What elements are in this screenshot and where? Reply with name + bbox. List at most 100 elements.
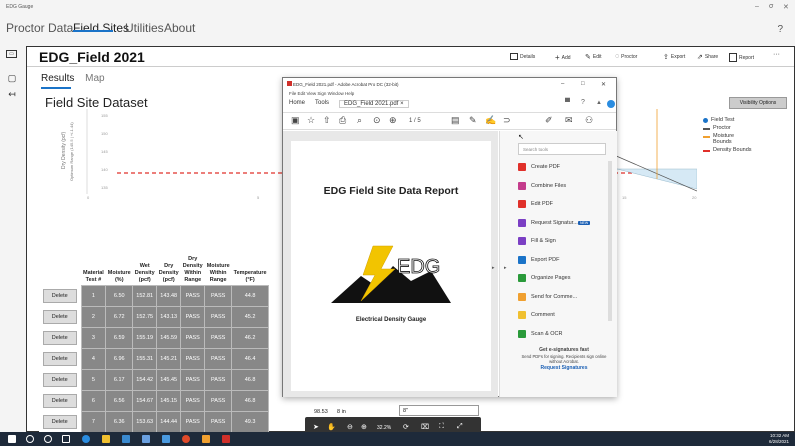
page-up-icon[interactable]: ⊙ xyxy=(373,115,381,126)
zoom-in-icon[interactable]: ⊕ xyxy=(361,423,367,431)
tool-item[interactable]: Send for Comme... xyxy=(518,292,577,301)
fit-icon[interactable]: ⛶ xyxy=(439,423,444,431)
share-button[interactable]: ⇗ Share xyxy=(697,53,718,61)
table-row[interactable]: Delete 6 6.56 154.67 145.15 PASS PASS 46.8 xyxy=(39,389,270,412)
rotate-icon[interactable]: ⟳ xyxy=(403,423,409,431)
row7-note[interactable]: 8" xyxy=(399,405,479,416)
page-indicator[interactable]: 1 / 5 xyxy=(409,118,421,124)
nav-field-sites[interactable]: Field Sites xyxy=(73,21,129,35)
nav-utilities[interactable]: Utilities xyxy=(125,21,164,35)
table-row[interactable]: Delete 4 6.96 155.31 145.21 PASS PASS 46.4 xyxy=(39,347,270,370)
tool-item[interactable]: Comment xyxy=(518,311,555,319)
select-icon[interactable]: ➤ xyxy=(313,423,319,431)
table-row[interactable]: Delete 3 6.59 155.19 145.59 PASS PASS 46.2 xyxy=(39,326,270,349)
tool-item[interactable]: Fill & Sign xyxy=(518,237,556,245)
search-tools-input[interactable]: Search tools xyxy=(518,143,606,155)
zoom-out-icon[interactable]: ⊖ xyxy=(347,423,353,431)
save-icon[interactable]: ▣ xyxy=(291,115,300,126)
report-button[interactable]: Report xyxy=(729,53,754,62)
visibility-options-button[interactable]: Visibility Options xyxy=(729,97,787,109)
tab-map[interactable]: Map xyxy=(85,73,104,84)
details-button[interactable]: Details xyxy=(510,53,535,60)
help-icon[interactable]: ? xyxy=(581,99,585,106)
panel-icon[interactable]: ▭ xyxy=(6,50,17,58)
app-icon-2[interactable] xyxy=(202,435,210,443)
windows-start-icon[interactable] xyxy=(8,435,16,443)
tool-item[interactable]: Organize Pages xyxy=(518,274,570,282)
app-icon[interactable] xyxy=(162,435,170,443)
column-header[interactable]: Wet Density (pcf) xyxy=(133,227,157,285)
help-button[interactable]: ? xyxy=(777,24,783,35)
user-icon[interactable]: ⚇ xyxy=(585,115,593,126)
avatar[interactable] xyxy=(607,100,615,108)
cortana-icon[interactable] xyxy=(44,435,52,443)
delete-button[interactable]: Delete xyxy=(42,288,77,303)
comment-icon[interactable]: ▤ xyxy=(451,115,460,126)
fullscreen-icon[interactable]: ⤢ xyxy=(457,423,463,431)
close-button[interactable]: ✕ xyxy=(783,3,789,11)
add-button[interactable]: + Add xyxy=(555,53,571,62)
fill-icon[interactable]: ✐ xyxy=(545,115,553,126)
acrobat-minimize[interactable]: – xyxy=(561,81,564,87)
table-row[interactable]: Delete 1 6.50 152.81 143.48 PASS PASS 44.8 xyxy=(39,284,270,307)
delete-button[interactable]: Delete xyxy=(42,393,77,408)
table-row[interactable]: Delete 2 6.72 152.75 143.13 PASS PASS 45.2 xyxy=(39,305,270,328)
sign-icon[interactable]: ⊃ xyxy=(503,115,511,126)
export-button[interactable]: ⇪ Export xyxy=(663,53,685,61)
column-header[interactable]: Material Test # xyxy=(81,227,106,285)
chrome-icon[interactable] xyxy=(182,435,190,443)
acrobat-tab-document[interactable]: EDG_Field 2021.pdf × xyxy=(339,100,409,108)
edit-button[interactable]: ✎ Edit xyxy=(585,53,602,61)
proctor-button[interactable]: ◌ Proctor xyxy=(615,53,637,60)
request-signatures-link[interactable]: Request Signatures xyxy=(541,365,588,371)
table-row[interactable]: Delete 5 6.17 154.42 145.45 PASS PASS 46.8 xyxy=(39,368,270,391)
bell-icon[interactable]: ▲ xyxy=(596,100,602,106)
crop-icon[interactable]: ⌧ xyxy=(421,423,429,431)
taskbar-clock[interactable]: 10:32 AM 6/28/2021 xyxy=(769,433,789,445)
column-header[interactable]: Temperature (°F) xyxy=(232,227,269,285)
tool-item[interactable]: Request Signatur... xyxy=(518,218,578,227)
page-down-icon[interactable]: ⊕ xyxy=(389,115,397,126)
more-button[interactable]: ··· xyxy=(773,51,780,58)
acrobat-maximize[interactable]: □ xyxy=(581,81,585,87)
tab-results[interactable]: Results xyxy=(41,73,74,84)
delete-button[interactable]: Delete xyxy=(42,309,77,324)
edge-icon[interactable] xyxy=(82,435,90,443)
nav-about[interactable]: About xyxy=(164,21,195,35)
tools-scrollbar[interactable] xyxy=(608,161,612,321)
minimize-button[interactable]: – xyxy=(755,3,759,10)
store-icon[interactable] xyxy=(122,435,130,443)
delete-button[interactable]: Delete xyxy=(42,414,77,429)
delete-button[interactable]: Delete xyxy=(42,330,77,345)
zoom-search-icon[interactable]: ⌕ xyxy=(357,115,362,126)
search-icon[interactable] xyxy=(26,435,34,443)
column-header[interactable]: Moisture (%) xyxy=(106,227,133,285)
tool-item[interactable]: Create PDF xyxy=(518,163,560,171)
acrobat-tab-tools[interactable]: Tools xyxy=(315,100,329,108)
column-header[interactable]: Dry Density Within Range xyxy=(181,227,205,285)
file-explorer-icon[interactable] xyxy=(102,435,110,443)
task-view-icon[interactable] xyxy=(62,435,70,443)
nav-proctor-data[interactable]: Proctor Data xyxy=(6,21,73,35)
column-header[interactable]: Dry Density (pcf) xyxy=(157,227,181,285)
pen-icon[interactable]: ✎ xyxy=(469,115,477,126)
tool-item[interactable]: Edit PDF xyxy=(518,200,553,208)
star-icon[interactable]: ☆ xyxy=(307,115,315,126)
column-header[interactable] xyxy=(39,227,81,285)
table-row[interactable]: Delete 7 6.36 153.63 144.44 PASS PASS 49.3 xyxy=(39,410,270,433)
tool-item[interactable]: Export PDF xyxy=(518,255,559,264)
tool-item[interactable]: Combine Files xyxy=(518,181,566,190)
hand-icon[interactable]: ✋ xyxy=(327,423,336,431)
chat-icon[interactable]: ▀ xyxy=(565,99,570,106)
zoom-level[interactable]: 32.2% xyxy=(377,425,391,431)
maximize-button[interactable]: σ xyxy=(769,3,773,10)
acrobat-tab-home[interactable]: Home xyxy=(289,100,305,108)
acrobat-close[interactable]: ✕ xyxy=(601,81,606,88)
mail-app-icon[interactable] xyxy=(142,435,150,443)
delete-button[interactable]: Delete xyxy=(42,351,77,366)
tool-item[interactable]: Scan & OCR xyxy=(518,329,562,338)
highlight-icon[interactable]: ✍ xyxy=(485,115,496,126)
acrobat-menu[interactable]: File Edit View Sign Window Help xyxy=(289,91,354,96)
print-icon[interactable]: ⎙ xyxy=(339,115,346,126)
collapse-icon[interactable]: ↤ xyxy=(6,88,18,100)
